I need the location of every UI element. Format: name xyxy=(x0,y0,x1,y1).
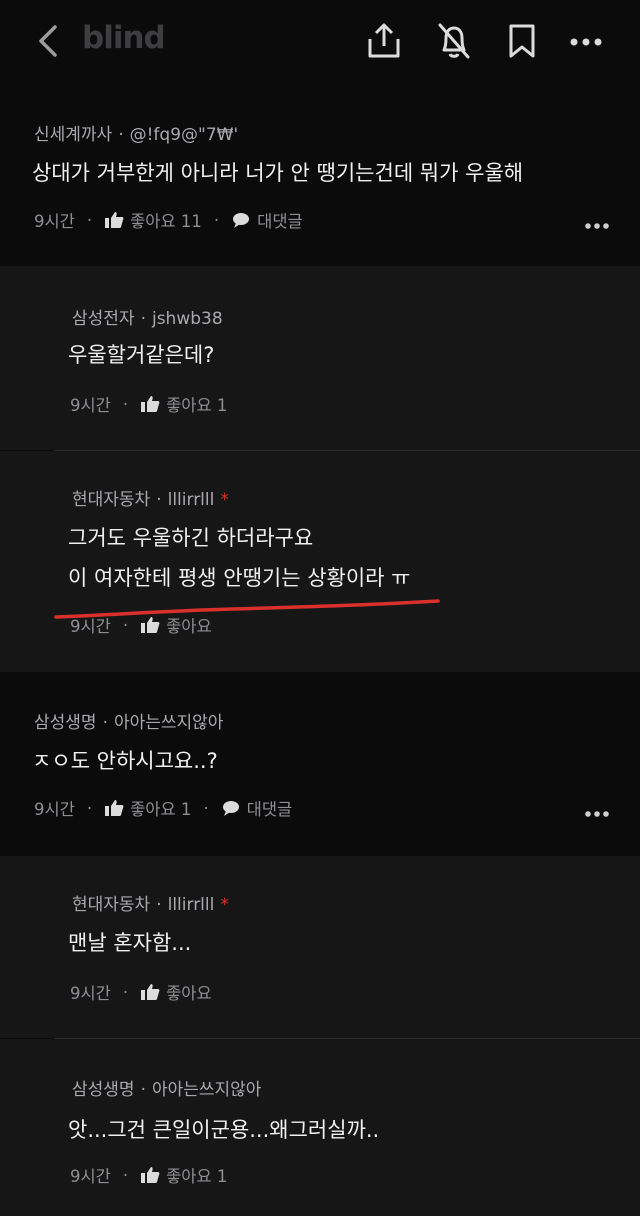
comment-author[interactable]: 현대자동차 · lllirrlll * xyxy=(72,485,229,510)
top-bar: blind xyxy=(0,0,640,86)
timestamp: 9시간 xyxy=(70,396,111,415)
comment-footer: 9시간 · 좋아요 1 · 대댓글 xyxy=(34,796,292,820)
thumbs-up-icon xyxy=(105,800,124,816)
comment-author[interactable]: 현대자동차 · lllirrlll * xyxy=(72,890,229,915)
comment-more-icon[interactable] xyxy=(584,222,610,230)
comment-footer: 9시간 · 좋아요 1 xyxy=(70,392,227,416)
like-count: 좋아요 11 xyxy=(130,212,202,231)
comment: 삼성생명 · 아아는쓰지않아 ㅈㅇ도 안하시고요..? 9시간 · 좋아요 1 · … xyxy=(0,672,640,856)
more-options-icon[interactable] xyxy=(566,30,606,54)
reply: 현대자동차 · lllirrlll * 그거도 우울하긴 하더라구요 이 여자한테 평… xyxy=(0,451,640,672)
timestamp: 9시간 xyxy=(34,212,75,231)
comment: 신세계까사 · @!fq9@"7₩' 상대가 거부한게 아니라 너가 안 땡기는건데… xyxy=(0,86,640,266)
company-name: 삼성생명 xyxy=(34,713,97,733)
comment-text: 앗...그건 큰일이군용...왜그러실까.. xyxy=(68,1118,380,1142)
comment-author[interactable]: 신세계까사 · @!fq9@"7₩' xyxy=(34,120,238,145)
comment-footer: 9시간 · 좋아요 1 xyxy=(70,1163,227,1187)
comment-author[interactable]: 삼성생명 · 아아는쓰지않아 xyxy=(34,708,223,733)
share-icon[interactable] xyxy=(366,22,402,60)
comment-more-icon[interactable] xyxy=(584,810,610,818)
reply-button[interactable]: 대댓글 xyxy=(231,208,303,232)
comment-text-line1: 그거도 우울하긴 하더라구요 xyxy=(68,526,314,550)
author-badge: * xyxy=(220,895,229,915)
reply-button[interactable]: 대댓글 xyxy=(221,796,293,820)
like-count: 좋아요 1 xyxy=(130,800,192,819)
user-nickname: 아아는쓰지않아 xyxy=(113,713,224,733)
thumbs-up-icon xyxy=(105,212,124,228)
thumbs-up-icon xyxy=(141,396,160,412)
user-nickname: 아아는쓰지않아 xyxy=(151,1080,262,1100)
comment-footer: 9시간 · 좋아요 xyxy=(70,613,212,637)
reply: 삼성전자 · jshwb38 우울할거같은데? 9시간 · 좋아요 1 xyxy=(0,266,640,450)
company-name: 현대자동차 xyxy=(72,895,151,915)
bookmark-icon[interactable] xyxy=(504,22,540,60)
like-count: 좋아요 1 xyxy=(166,1167,228,1186)
comment-footer: 9시간 · 좋아요 xyxy=(70,980,212,1004)
user-nickname: jshwb38 xyxy=(151,309,223,329)
user-nickname: lllirrlll xyxy=(167,895,215,915)
comment-text: 우울할거같은데? xyxy=(68,343,215,367)
blind-logo[interactable]: blind xyxy=(82,20,166,56)
comment-text: 맨날 혼자함... xyxy=(68,931,192,955)
comment-text: 상대가 거부한게 아니라 너가 안 땡기는건데 뭐가 우울해 xyxy=(32,161,524,185)
like-button[interactable]: 좋아요 1 xyxy=(140,1163,227,1187)
comment-author[interactable]: 삼성전자 · jshwb38 xyxy=(72,304,223,329)
company-name: 삼성생명 xyxy=(72,1080,135,1100)
timestamp: 9시간 xyxy=(70,1167,111,1186)
reply-label: 대댓글 xyxy=(257,212,303,231)
company-name: 삼성전자 xyxy=(72,309,135,329)
user-nickname: lllirrlll xyxy=(167,490,215,510)
like-count: 좋아요 xyxy=(166,617,212,636)
timestamp: 9시간 xyxy=(70,984,111,1003)
like-count: 좋아요 xyxy=(166,984,212,1003)
company-name: 신세계까사 xyxy=(34,125,113,145)
user-nickname: @!fq9@"7₩' xyxy=(129,125,239,145)
thumbs-up-icon xyxy=(141,617,160,633)
like-button[interactable]: 좋아요 xyxy=(140,613,212,637)
reply-label: 대댓글 xyxy=(246,800,293,819)
speech-bubble-icon xyxy=(222,801,239,816)
like-button[interactable]: 좋아요 xyxy=(140,980,212,1004)
author-badge: * xyxy=(220,490,229,510)
reply: 삼성생명 · 아아는쓰지않아 앗...그건 큰일이군용...왜그러실까.. 9시간 … xyxy=(0,1039,640,1216)
thumbs-up-icon xyxy=(141,1167,160,1183)
reply: 현대자동차 · lllirrlll * 맨날 혼자함... 9시간 · 좋아요 xyxy=(0,856,640,1038)
comment-text-line2: 이 여자한테 평생 안땡기는 상황이라 ㅠ xyxy=(68,566,411,590)
like-button[interactable]: 좋아요 1 xyxy=(140,392,227,416)
speech-bubble-icon xyxy=(233,213,250,228)
like-button[interactable]: 좋아요 11 xyxy=(104,208,202,232)
notification-off-icon[interactable] xyxy=(436,22,472,60)
like-button[interactable]: 좋아요 1 xyxy=(104,796,191,820)
comment-text: ㅈㅇ도 안하시고요..? xyxy=(32,749,218,773)
comment-author[interactable]: 삼성생명 · 아아는쓰지않아 xyxy=(72,1075,261,1100)
like-count: 좋아요 1 xyxy=(166,396,228,415)
company-name: 현대자동차 xyxy=(72,490,151,510)
back-icon[interactable] xyxy=(36,24,60,58)
timestamp: 9시간 xyxy=(70,617,111,636)
comment-footer: 9시간 · 좋아요 11 · 대댓글 xyxy=(34,208,303,232)
timestamp: 9시간 xyxy=(34,800,75,819)
thumbs-up-icon xyxy=(141,984,160,1000)
